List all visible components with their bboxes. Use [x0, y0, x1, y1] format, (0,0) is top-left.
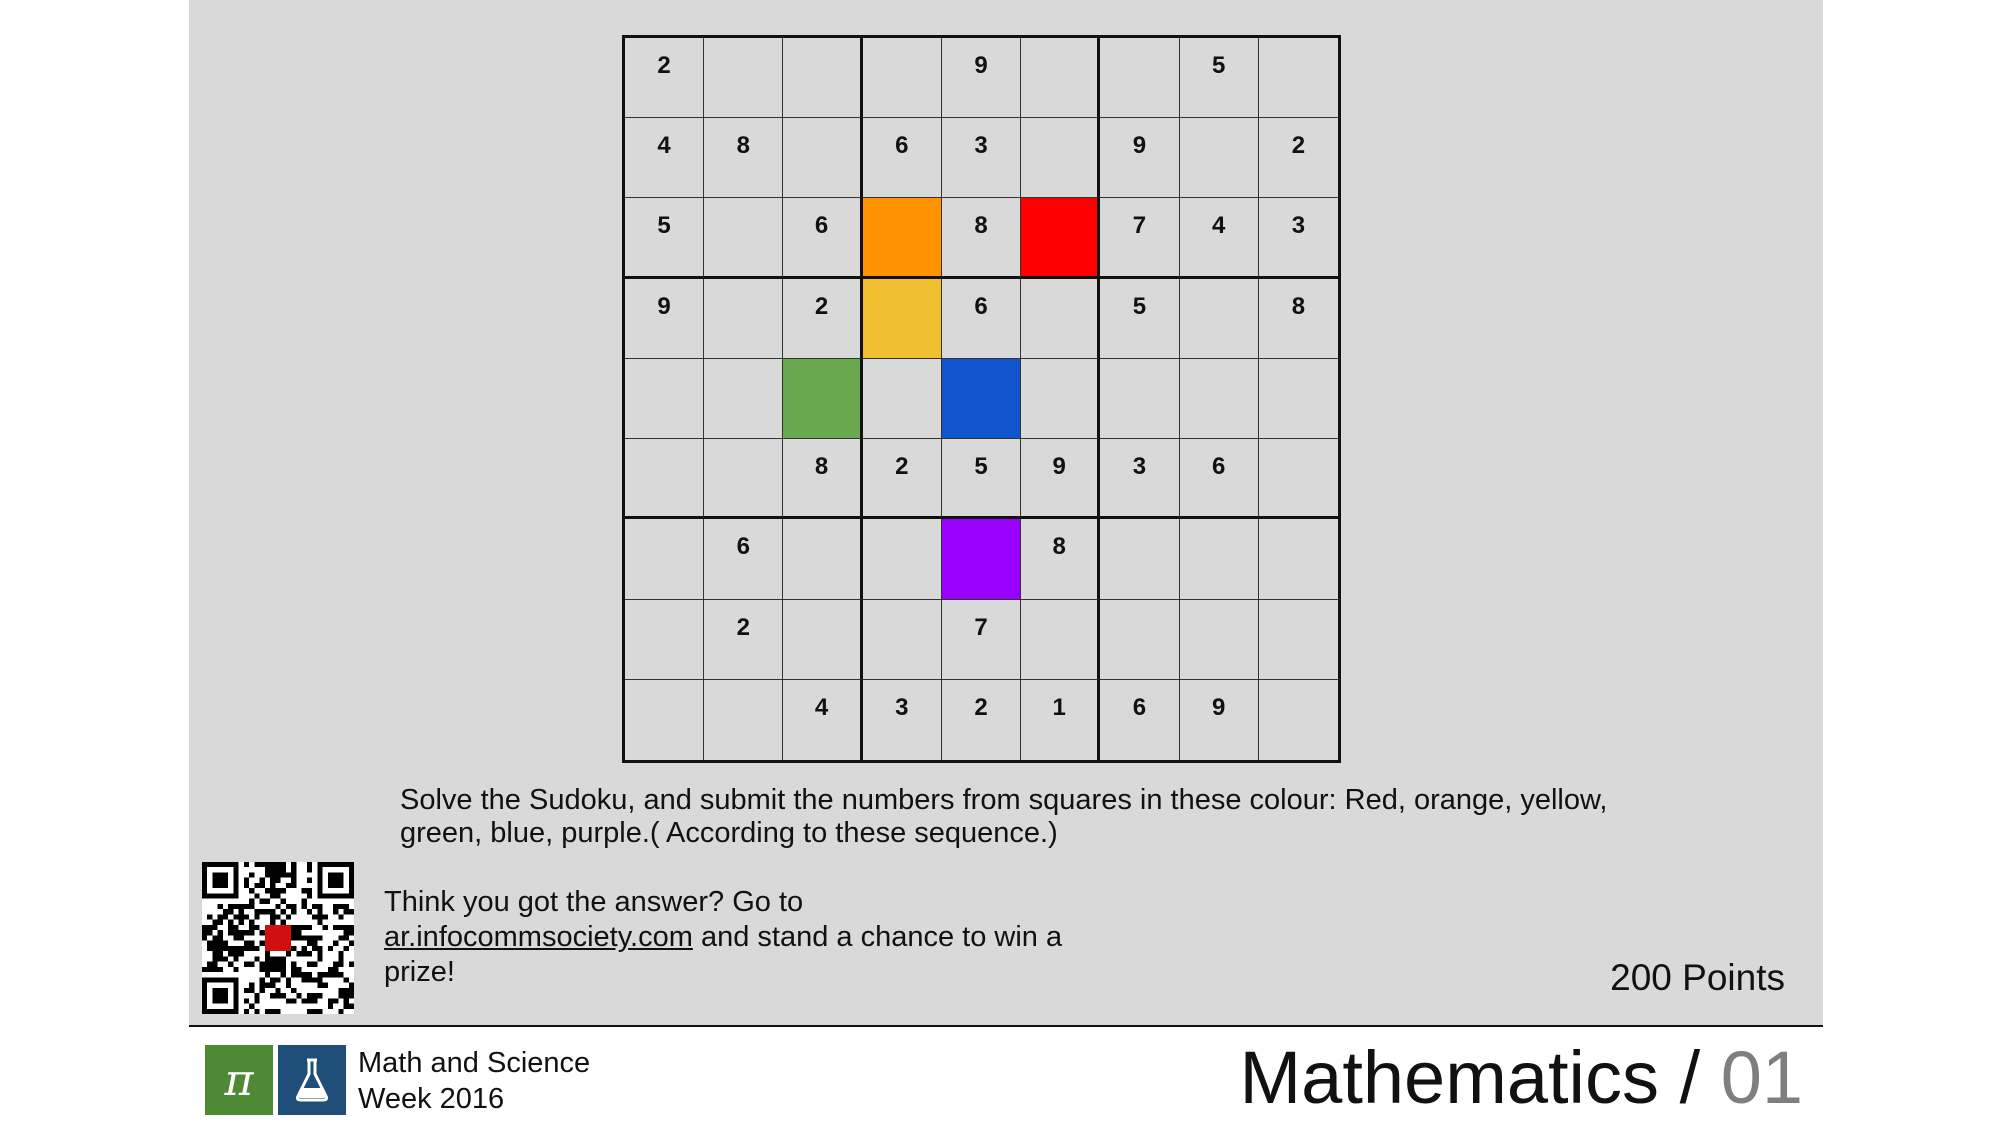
subject-number: 01 — [1720, 1036, 1803, 1119]
pi-logo: π — [205, 1045, 273, 1115]
sudoku-cell-r5-c0[interactable] — [625, 439, 705, 520]
sudoku-cell-r2-c0[interactable]: 5 — [625, 198, 705, 279]
sudoku-cell-r2-c8[interactable]: 3 — [1258, 198, 1338, 279]
sudoku-cell-r8-c4[interactable]: 2 — [942, 679, 1022, 760]
sudoku-cell-r7-c4[interactable]: 7 — [941, 599, 1022, 680]
sudoku-cell-r4-c8[interactable] — [1258, 359, 1338, 440]
sudoku-cell-r1-c3[interactable]: 6 — [862, 118, 942, 199]
sudoku-cell-r3-c8[interactable]: 8 — [1258, 279, 1338, 359]
sudoku-cell-r7-c7[interactable] — [1179, 599, 1259, 680]
sudoku-cell-r0-c5[interactable] — [1021, 38, 1101, 119]
answer-lead: Think you got the answer? Go to — [384, 886, 804, 918]
sudoku-cell-r7-c8[interactable] — [1258, 600, 1338, 680]
sudoku-cell-r3-c7[interactable] — [1179, 278, 1259, 359]
sudoku-cell-r4-c6[interactable] — [1100, 358, 1180, 440]
sudoku-cell-r4-c1[interactable] — [704, 358, 784, 440]
sudoku-cell-r5-c8[interactable] — [1258, 439, 1338, 520]
sudoku-cell-r2-c6[interactable]: 7 — [1100, 198, 1180, 279]
sudoku-cell-r6-c8[interactable] — [1258, 519, 1338, 600]
sudoku-cell-r5-c3[interactable]: 2 — [862, 439, 942, 520]
sudoku-cell-r8-c8[interactable] — [1259, 680, 1338, 760]
sudoku-cell-r7-c1[interactable]: 2 — [704, 599, 784, 680]
sudoku-cell-r1-c2[interactable] — [783, 118, 863, 199]
sudoku-cell-r5-c4[interactable]: 5 — [941, 439, 1022, 520]
sudoku-cell-green[interactable] — [783, 358, 863, 440]
sudoku-cell-r3-c5[interactable] — [1021, 278, 1101, 359]
sudoku-cell-r3-c4[interactable]: 6 — [941, 278, 1022, 359]
event-line-2: Week 2016 — [358, 1083, 505, 1115]
sudoku-cell-r0-c8[interactable] — [1258, 38, 1338, 119]
sudoku-cell-r6-c7[interactable] — [1179, 519, 1259, 600]
sudoku-cell-r8-c2[interactable]: 4 — [783, 679, 863, 760]
sudoku-cell-r6-c1[interactable]: 6 — [704, 519, 784, 600]
sudoku-cell-r4-c3[interactable] — [862, 358, 942, 440]
answer-link[interactable]: ar.infocommsociety.com — [384, 921, 693, 953]
sudoku-cell-r5-c7[interactable]: 6 — [1179, 439, 1259, 520]
sudoku-cell-r7-c0[interactable] — [625, 599, 705, 680]
sudoku-cell-r0-c1[interactable] — [704, 38, 784, 119]
event-title: Math and Science Week 2016 — [358, 1045, 590, 1117]
sudoku-cell-blue[interactable] — [941, 358, 1022, 440]
sudoku-cell-r6-c6[interactable] — [1100, 519, 1180, 600]
sudoku-cell-r0-c6[interactable] — [1100, 38, 1180, 119]
sudoku-cell-r0-c7[interactable]: 5 — [1179, 38, 1259, 119]
sudoku-cell-r1-c0[interactable]: 4 — [625, 118, 705, 199]
sudoku-cell-r2-c4[interactable]: 8 — [941, 198, 1022, 279]
sudoku-cell-r6-c3[interactable] — [862, 519, 942, 600]
sudoku-cell-red[interactable] — [1021, 198, 1101, 279]
sudoku-cell-yellow[interactable] — [862, 278, 942, 359]
pi-symbol: π — [224, 1054, 254, 1106]
sudoku-cell-r7-c5[interactable] — [1021, 599, 1101, 680]
sudoku-cell-r6-c2[interactable] — [783, 519, 863, 600]
sudoku-cell-r3-c0[interactable]: 9 — [625, 278, 705, 359]
subject-name: Mathematics — [1239, 1036, 1659, 1119]
sudoku-cell-r7-c2[interactable] — [783, 599, 863, 680]
sudoku-cell-r1-c7[interactable] — [1179, 118, 1259, 199]
sudoku-cell-r3-c6[interactable]: 5 — [1100, 278, 1180, 359]
subject-heading: Mathematics / 01 — [1240, 1035, 1803, 1121]
sudoku-cell-r7-c3[interactable] — [862, 599, 942, 680]
sudoku-cell-r3-c2[interactable]: 2 — [783, 278, 863, 359]
sudoku-cell-r8-c3[interactable]: 3 — [863, 679, 942, 760]
sudoku-cell-r5-c5[interactable]: 9 — [1021, 439, 1101, 520]
sudoku-cell-orange[interactable] — [862, 198, 942, 279]
sudoku-cell-r2-c7[interactable]: 4 — [1179, 198, 1259, 279]
qr-code-icon[interactable] — [202, 862, 354, 1014]
sudoku-cell-r0-c3[interactable] — [862, 38, 942, 119]
subject-separator: / — [1679, 1036, 1701, 1119]
sudoku-grid[interactable]: 295486392568743926588259366827432169 — [622, 35, 1341, 763]
sudoku-cell-r0-c0[interactable]: 2 — [625, 38, 705, 119]
sudoku-cell-r2-c1[interactable] — [704, 198, 784, 279]
sudoku-cell-r1-c4[interactable]: 3 — [941, 118, 1022, 199]
answer-prompt: Think you got the answer? Go to ar.infoc… — [384, 885, 1104, 990]
sudoku-cell-r8-c7[interactable]: 9 — [1180, 679, 1259, 760]
flask-icon — [278, 1045, 346, 1115]
sudoku-cell-r1-c8[interactable]: 2 — [1258, 118, 1338, 199]
sudoku-cell-r8-c1[interactable] — [704, 679, 784, 760]
sudoku-cell-r1-c5[interactable] — [1021, 118, 1101, 199]
sudoku-cell-r8-c0[interactable] — [625, 679, 705, 760]
sudoku-cell-r4-c7[interactable] — [1179, 358, 1259, 440]
sudoku-cell-r5-c2[interactable]: 8 — [783, 439, 863, 520]
sudoku-cell-r0-c4[interactable]: 9 — [941, 38, 1022, 119]
event-line-1: Math and Science — [358, 1047, 591, 1079]
sudoku-cell-r1-c6[interactable]: 9 — [1100, 118, 1180, 199]
sudoku-cell-r3-c1[interactable] — [704, 278, 784, 359]
footer-divider — [189, 1025, 1823, 1027]
sudoku-cell-r1-c1[interactable]: 8 — [704, 118, 784, 199]
sudoku-cell-r4-c5[interactable] — [1021, 358, 1101, 440]
sudoku-cell-r6-c5[interactable]: 8 — [1021, 519, 1101, 600]
puzzle-instructions: Solve the Sudoku, and submit the numbers… — [400, 784, 1608, 849]
sudoku-cell-r6-c0[interactable] — [625, 519, 705, 600]
points-value: 200 Points — [1610, 957, 1785, 998]
sudoku-cell-purple[interactable] — [941, 519, 1022, 600]
sudoku-cell-r7-c6[interactable] — [1100, 599, 1180, 680]
sudoku-cell-r5-c1[interactable] — [704, 439, 784, 520]
sudoku-cell-r8-c5[interactable]: 1 — [1021, 679, 1101, 760]
sudoku-cell-r0-c2[interactable] — [783, 38, 863, 119]
sudoku-cell-r4-c0[interactable] — [625, 358, 705, 440]
sudoku-cell-r2-c2[interactable]: 6 — [783, 198, 863, 279]
sudoku-cell-r5-c6[interactable]: 3 — [1100, 439, 1180, 520]
sudoku-cell-r8-c6[interactable]: 6 — [1100, 679, 1180, 760]
